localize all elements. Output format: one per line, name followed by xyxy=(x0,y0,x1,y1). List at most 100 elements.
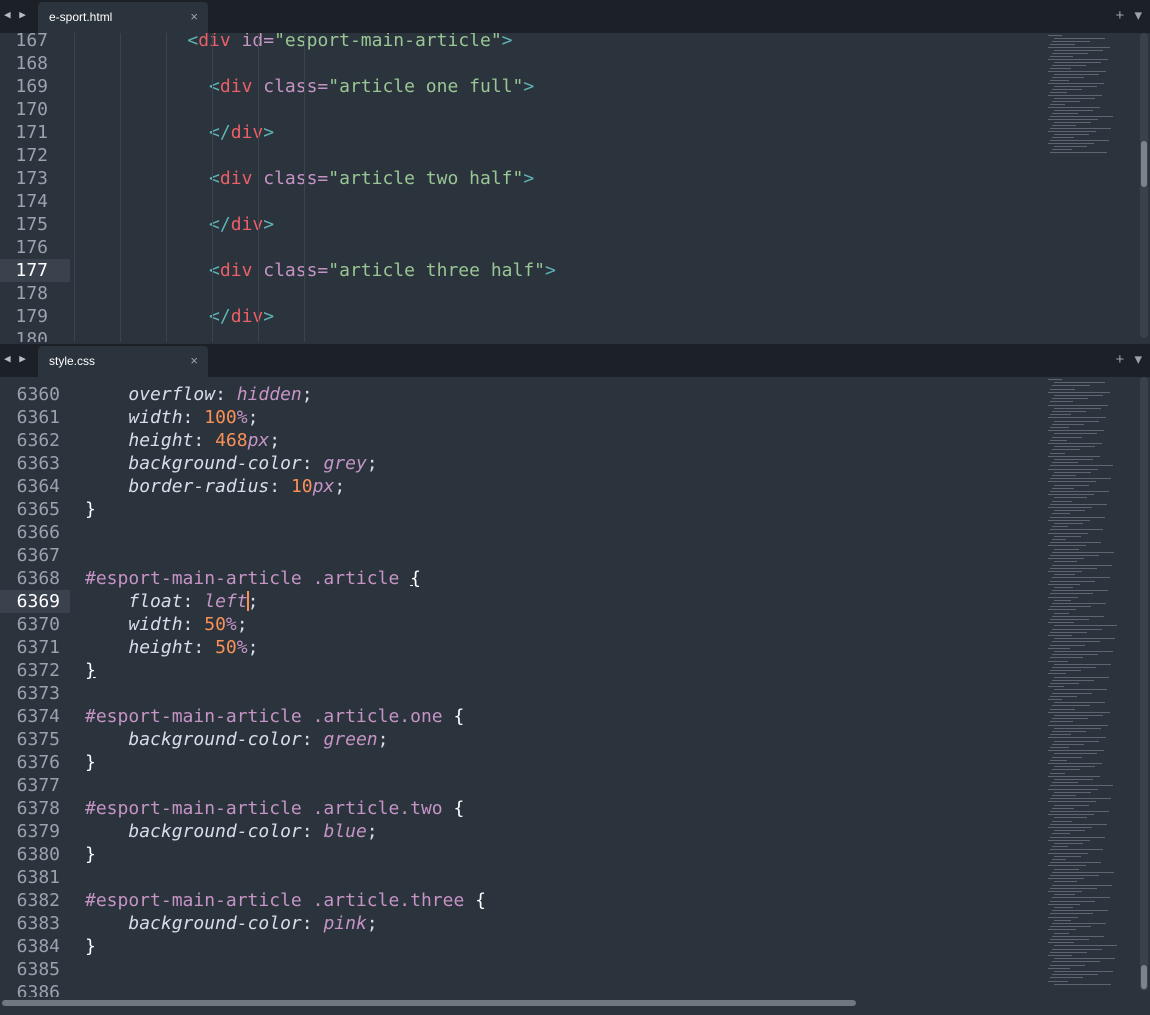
code-line[interactable]: </div> xyxy=(79,305,274,328)
minimap[interactable] xyxy=(1046,33,1136,342)
add-tab-icon[interactable]: + xyxy=(1116,7,1125,24)
code-line[interactable]: height: 468px; xyxy=(85,429,280,452)
code-token: 100 xyxy=(204,407,237,428)
code-line[interactable]: width: 50%; xyxy=(85,613,247,636)
code-line[interactable]: #esport-main-article .article.one { xyxy=(85,705,464,728)
tab-nav-arrows-icon[interactable]: ◀ ▶ xyxy=(4,8,27,21)
close-icon[interactable]: × xyxy=(190,9,198,24)
code-token: background-color xyxy=(128,453,302,474)
minimap-line xyxy=(1054,420,1099,422)
code-token: width xyxy=(128,407,183,428)
code-line[interactable]: background-color: blue; xyxy=(85,820,377,843)
scrollbar-thumb[interactable] xyxy=(1141,141,1147,187)
code-token: > xyxy=(523,76,535,97)
code-token: : xyxy=(301,821,324,842)
minimap-line xyxy=(1054,548,1079,550)
code-token: } xyxy=(85,936,96,957)
code-line[interactable]: </div> xyxy=(79,213,274,236)
code-token: .article.two xyxy=(301,798,443,819)
chevron-down-icon[interactable]: ▾ xyxy=(1134,7,1142,24)
minimap-line xyxy=(1052,539,1066,540)
tab-controls: + ▾ xyxy=(1110,6,1142,24)
css-editor-pane[interactable]: 6360 6361 6362 6363 6364 6365 6366 6367 6368 6369… xyxy=(0,377,1150,997)
code-token: { xyxy=(464,890,486,911)
minimap-line xyxy=(1052,743,1084,745)
code-line[interactable]: </div> xyxy=(79,121,274,144)
code-token: { xyxy=(442,706,465,727)
minimap-line xyxy=(1050,593,1093,595)
minimap-line xyxy=(1054,855,1081,857)
scrollbar-thumb[interactable] xyxy=(1141,965,1147,989)
code-token: : xyxy=(301,729,324,750)
minimap-line xyxy=(1048,711,1110,713)
code-token: % xyxy=(225,614,237,635)
code-token: hidden xyxy=(236,384,302,405)
minimap-line xyxy=(1048,955,1072,956)
minimap[interactable] xyxy=(1046,377,1136,997)
code-line[interactable]: background-color: pink; xyxy=(85,912,377,935)
add-tab-icon[interactable]: + xyxy=(1116,351,1125,368)
code-token: .article.one xyxy=(301,706,443,727)
code-line[interactable]: float: left; xyxy=(85,590,258,613)
minimap-line xyxy=(1054,146,1087,147)
code-line[interactable]: <div class="article one full"> xyxy=(79,75,534,98)
code-line[interactable]: background-color: grey; xyxy=(85,452,377,475)
minimap-line xyxy=(1052,692,1092,694)
line-number: 6373 xyxy=(16,683,60,704)
minimap-line xyxy=(1054,484,1089,486)
minimap-line xyxy=(1048,59,1108,60)
code-line[interactable]: <div class="article three half"> xyxy=(79,259,556,282)
code-line[interactable]: width: 100%; xyxy=(85,406,258,429)
scrollbar-thumb[interactable] xyxy=(2,1000,856,1006)
code-token: > xyxy=(501,33,513,51)
minimap-line xyxy=(1052,884,1112,886)
code-line[interactable]: } xyxy=(85,751,96,774)
code-line[interactable]: } xyxy=(85,659,96,682)
vertical-scrollbar[interactable] xyxy=(1140,377,1148,991)
code-token: width xyxy=(128,614,183,635)
minimap-line xyxy=(1054,612,1069,614)
minimap-line xyxy=(1050,721,1073,723)
minimap-line xyxy=(1052,590,1108,592)
minimap-line xyxy=(1054,122,1091,123)
code-line[interactable]: #esport-main-article .article.three { xyxy=(85,889,486,912)
code-line[interactable]: <div id="esport-main-article"> xyxy=(79,33,513,52)
code-line[interactable]: height: 50%; xyxy=(85,636,258,659)
tab-e-sport-html[interactable]: e-sport.html × xyxy=(38,2,208,33)
minimap-line xyxy=(1054,868,1079,870)
horizontal-scrollbar[interactable] xyxy=(0,998,1134,1008)
code-token: #esport-main-article xyxy=(85,568,302,589)
minimap-line xyxy=(1052,385,1090,387)
code-line[interactable]: overflow: hidden; xyxy=(85,383,312,406)
code-line[interactable]: } xyxy=(85,935,96,958)
minimap-line xyxy=(1050,657,1083,659)
line-number: 174 xyxy=(15,191,48,212)
vertical-scrollbar[interactable] xyxy=(1140,33,1148,338)
code-line[interactable]: border-radius: 10px; xyxy=(85,475,345,498)
code-line[interactable]: } xyxy=(85,843,96,866)
code-token: green xyxy=(323,729,378,750)
minimap-line xyxy=(1054,651,1113,652)
code-line[interactable]: #esport-main-article .article.two { xyxy=(85,797,464,820)
tab-nav-arrows-icon[interactable]: ◀ ▶ xyxy=(4,352,27,365)
minimap-line xyxy=(1052,487,1074,489)
minimap-line xyxy=(1048,827,1092,828)
code-line[interactable]: background-color: green; xyxy=(85,728,388,751)
html-editor-pane[interactable]: 167 168 169 170 171 172 173 174 175 176 177 178 179 1… xyxy=(0,33,1150,342)
minimap-line xyxy=(1050,619,1089,620)
code-token: "article three half" xyxy=(328,260,546,281)
code-line[interactable]: } xyxy=(85,498,96,521)
minimap-line xyxy=(1052,500,1072,502)
minimap-line xyxy=(1048,35,1062,36)
code-line[interactable]: <div class="article two half"> xyxy=(79,167,534,190)
chevron-down-icon[interactable]: ▾ xyxy=(1134,351,1142,368)
line-number: 6374 xyxy=(16,706,60,727)
close-icon[interactable]: × xyxy=(190,353,198,368)
minimap-line xyxy=(1052,577,1110,579)
code-token: : xyxy=(269,476,291,497)
code-line[interactable]: #esport-main-article .article { xyxy=(85,567,421,590)
tab-style-css[interactable]: style.css × xyxy=(38,346,208,377)
minimap-line xyxy=(1052,89,1082,90)
line-number: 6369 xyxy=(16,591,60,612)
minimap-line xyxy=(1054,727,1101,729)
